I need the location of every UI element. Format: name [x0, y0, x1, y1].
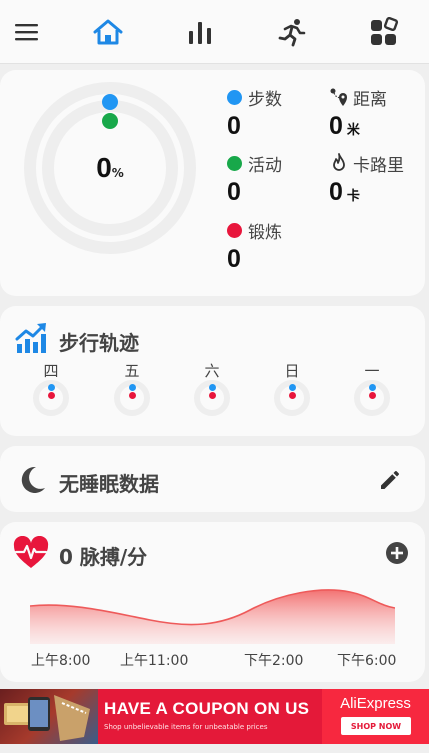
x-axis-label: 下午2:00 — [244, 653, 304, 669]
calories-value: 0 — [329, 178, 343, 206]
ad-brand-box: AliExpress SHOP NOW — [322, 689, 429, 744]
tab-workout[interactable] — [272, 12, 312, 52]
heart-rate-wave — [30, 589, 395, 644]
ad-banner[interactable]: HAVE A COUPON ON US Shop unbelievable it… — [0, 689, 429, 744]
sleep-moon-icon: z z — [21, 466, 45, 493]
day-column[interactable]: 五 — [112, 360, 152, 416]
day-label: 一 — [364, 362, 380, 380]
stat-distance: 距离 0米 — [329, 86, 387, 141]
stat-steps: 步数 0 — [227, 86, 282, 141]
day-label: 日 — [284, 362, 300, 380]
day-column[interactable]: 六 — [192, 360, 232, 416]
day-ring — [114, 380, 150, 416]
home-icon — [93, 19, 123, 45]
percent-unit: % — [111, 166, 124, 180]
day-label: 五 — [124, 362, 140, 380]
steps-value: 0 — [227, 112, 241, 140]
top-nav-bar — [0, 0, 429, 64]
calories-unit: 卡 — [346, 188, 360, 203]
shop-now-button[interactable]: SHOP NOW — [341, 717, 411, 735]
calories-label: 卡路里 — [353, 155, 404, 176]
stat-calories: 卡路里 0卡 — [329, 152, 404, 207]
menu-icon — [15, 24, 38, 41]
menu-button[interactable] — [7, 12, 47, 52]
chart-icon — [189, 22, 211, 44]
svg-text:z: z — [35, 470, 39, 478]
edit-pencil-icon[interactable] — [378, 468, 402, 492]
walk-track-title: 步行轨迹 — [59, 331, 139, 355]
trend-up-icon — [15, 323, 46, 353]
exercise-label: 锻炼 — [248, 222, 282, 243]
day-column[interactable]: 一 — [352, 360, 392, 416]
ad-subline: Shop unbelievable items for unbeatable p… — [104, 723, 268, 731]
exercise-value: 0 — [227, 245, 241, 273]
exercise-dot — [227, 222, 242, 238]
x-axis-label: 上午8:00 — [31, 653, 91, 669]
active-label: 活动 — [248, 155, 282, 176]
day-label: 四 — [43, 362, 59, 380]
day-label: 六 — [204, 362, 220, 380]
day-ring — [194, 380, 230, 416]
distance-value: 0 — [329, 112, 343, 140]
sleep-title: 无睡眠数据 — [59, 472, 159, 496]
day-ring — [354, 380, 390, 416]
widgets-icon — [371, 17, 399, 45]
day-ring — [33, 380, 69, 416]
stat-active: 活动 0 — [227, 152, 282, 207]
tab-widgets[interactable] — [364, 12, 404, 52]
active-dot — [227, 155, 242, 171]
activity-ring[interactable]: 0 % — [20, 78, 200, 258]
distance-label: 距离 — [353, 89, 387, 110]
x-axis-label: 下午6:00 — [337, 653, 397, 669]
tab-statistics[interactable] — [180, 12, 220, 52]
percent-value: 0 — [96, 152, 112, 183]
active-value: 0 — [227, 178, 241, 206]
steps-dot — [227, 89, 242, 105]
ad-product-image — [0, 689, 98, 744]
day-ring — [274, 380, 310, 416]
stat-exercise: 锻炼 0 — [227, 219, 282, 274]
x-axis-label: 上午11:00 — [120, 653, 189, 669]
ring-percentage: 0 % — [20, 78, 200, 258]
flame-icon — [333, 153, 345, 171]
running-icon — [278, 19, 306, 47]
add-circle-icon[interactable] — [385, 541, 409, 565]
distance-unit: 米 — [346, 122, 360, 137]
heart-pulse-icon — [13, 536, 49, 568]
ad-brand: AliExpress — [340, 695, 411, 712]
route-icon — [330, 88, 347, 106]
steps-label: 步数 — [248, 89, 282, 110]
ad-headline: HAVE A COUPON ON US — [104, 699, 310, 718]
day-column[interactable]: 四 — [31, 360, 71, 416]
tab-home[interactable] — [88, 12, 128, 52]
heart-rate-title: 0 脉搏/分 — [59, 545, 148, 569]
day-column[interactable]: 日 — [272, 360, 312, 416]
